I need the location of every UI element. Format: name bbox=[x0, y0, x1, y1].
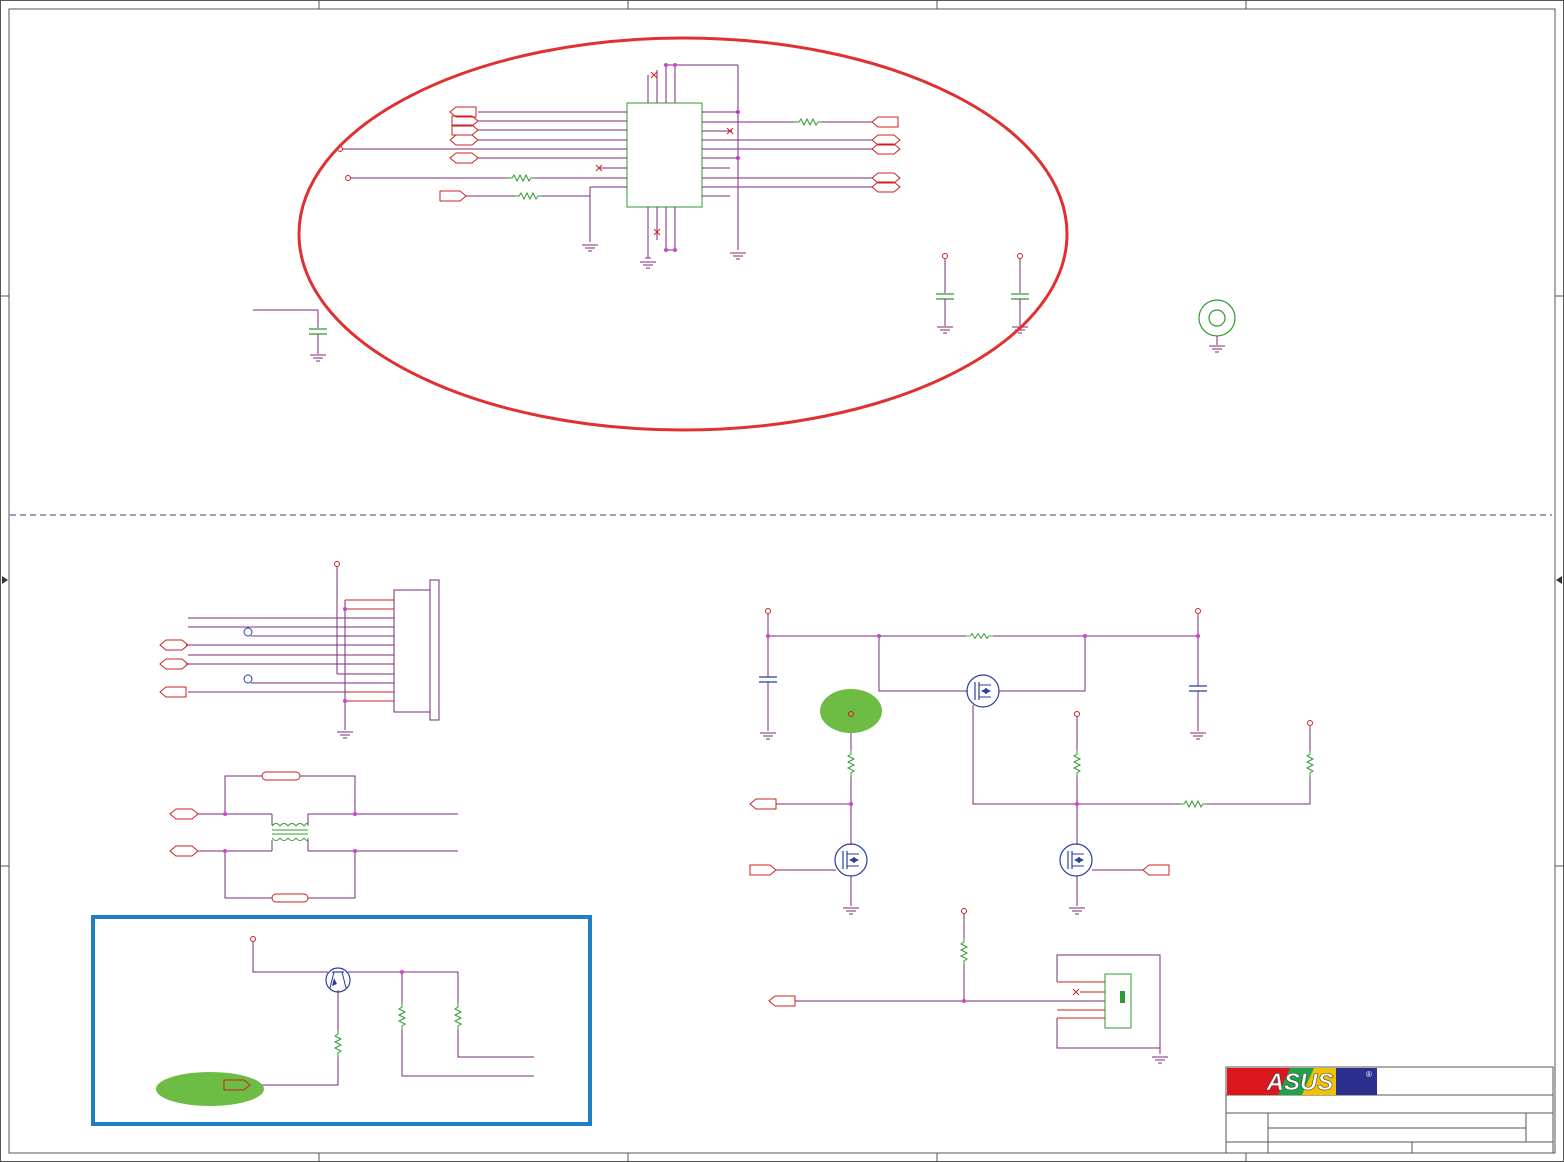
mounting-hole-icon bbox=[1198, 299, 1236, 353]
net-port-icon[interactable] bbox=[159, 639, 189, 651]
mosfet-icon[interactable] bbox=[1059, 843, 1093, 877]
schematic-canvas: ASUS ® bbox=[0, 0, 1564, 1162]
resistor-icon[interactable] bbox=[1179, 800, 1208, 808]
capacitor-icon[interactable] bbox=[758, 676, 778, 683]
net-port-icon[interactable] bbox=[169, 845, 199, 857]
resistor-icon[interactable] bbox=[454, 1002, 462, 1031]
net-port-icon[interactable] bbox=[169, 808, 199, 820]
asus-logo: ASUS ® bbox=[1227, 1068, 1377, 1096]
transformer-circuit bbox=[169, 771, 458, 903]
schematic-sheet: ASUS ® bbox=[0, 0, 1564, 1162]
transformer-icon[interactable] bbox=[271, 823, 309, 841]
logo-text: ASUS bbox=[1266, 1069, 1334, 1096]
net-port-icon[interactable] bbox=[159, 686, 187, 698]
ic-chip[interactable] bbox=[626, 102, 703, 208]
capacitor-icon[interactable] bbox=[308, 328, 328, 335]
jumper-circuit bbox=[768, 908, 1169, 1064]
power-pin-icon bbox=[345, 175, 351, 181]
resistor-icon[interactable] bbox=[514, 192, 543, 200]
resistor-icon[interactable] bbox=[334, 1029, 342, 1058]
bjt-circuit bbox=[91, 915, 592, 1126]
bjt-icon[interactable] bbox=[325, 967, 351, 993]
connector-icon[interactable] bbox=[1104, 973, 1132, 1029]
logo-registered-mark: ® bbox=[1366, 1070, 1372, 1079]
sheet-frame bbox=[0, 0, 1564, 1162]
net-port-icon[interactable] bbox=[449, 134, 479, 146]
capacitor-icon[interactable] bbox=[1010, 293, 1030, 300]
connector-icon[interactable] bbox=[393, 589, 431, 713]
resistor-icon[interactable] bbox=[398, 1002, 406, 1031]
net-port-icon[interactable] bbox=[749, 798, 777, 810]
net-port-icon[interactable] bbox=[768, 995, 796, 1007]
header-connector-circuit bbox=[159, 561, 440, 739]
resistor-icon[interactable] bbox=[507, 174, 536, 182]
net-port-icon[interactable] bbox=[449, 152, 479, 164]
power-switch-circuit bbox=[749, 608, 1314, 915]
resistor-icon[interactable] bbox=[1306, 749, 1314, 778]
capacitor-icon[interactable] bbox=[935, 293, 955, 300]
resistor-icon[interactable] bbox=[965, 633, 994, 639]
capacitor-icon[interactable] bbox=[1188, 685, 1208, 692]
highlight-blob bbox=[156, 1072, 264, 1106]
ic-circuit bbox=[253, 63, 1030, 362]
net-port-icon[interactable] bbox=[749, 864, 777, 876]
resistor-icon[interactable] bbox=[847, 749, 855, 778]
highlight-ellipse bbox=[297, 36, 1069, 432]
mosfet-icon[interactable] bbox=[834, 843, 868, 877]
net-port-icon[interactable] bbox=[1142, 864, 1170, 876]
net-port-icon[interactable] bbox=[439, 190, 467, 202]
resistor-icon[interactable] bbox=[794, 118, 823, 126]
mosfet-icon[interactable] bbox=[966, 674, 1000, 708]
title-block: ASUS ® bbox=[1225, 1066, 1554, 1154]
resistor-icon[interactable] bbox=[960, 937, 968, 966]
resistor-icon[interactable] bbox=[1073, 749, 1081, 778]
net-port-icon[interactable] bbox=[159, 658, 189, 670]
net-port-icon[interactable] bbox=[871, 116, 899, 128]
